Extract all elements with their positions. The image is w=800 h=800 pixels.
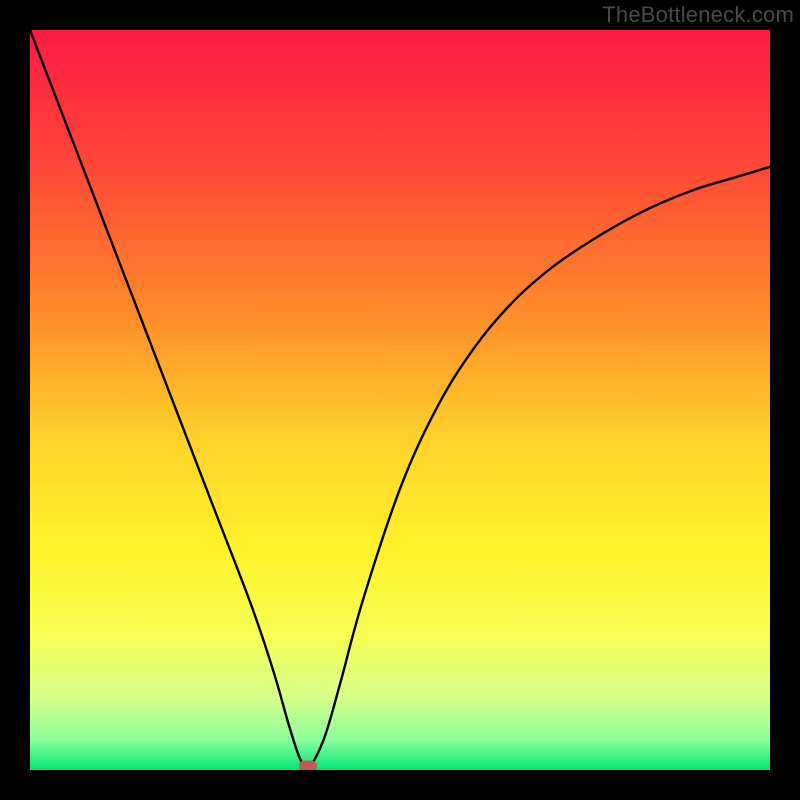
chart-svg (30, 30, 770, 770)
watermark-text: TheBottleneck.com (602, 2, 794, 28)
plot-area (30, 30, 770, 770)
minimum-marker (299, 761, 317, 770)
gradient-rect (30, 30, 770, 770)
chart-frame: TheBottleneck.com (0, 0, 800, 800)
